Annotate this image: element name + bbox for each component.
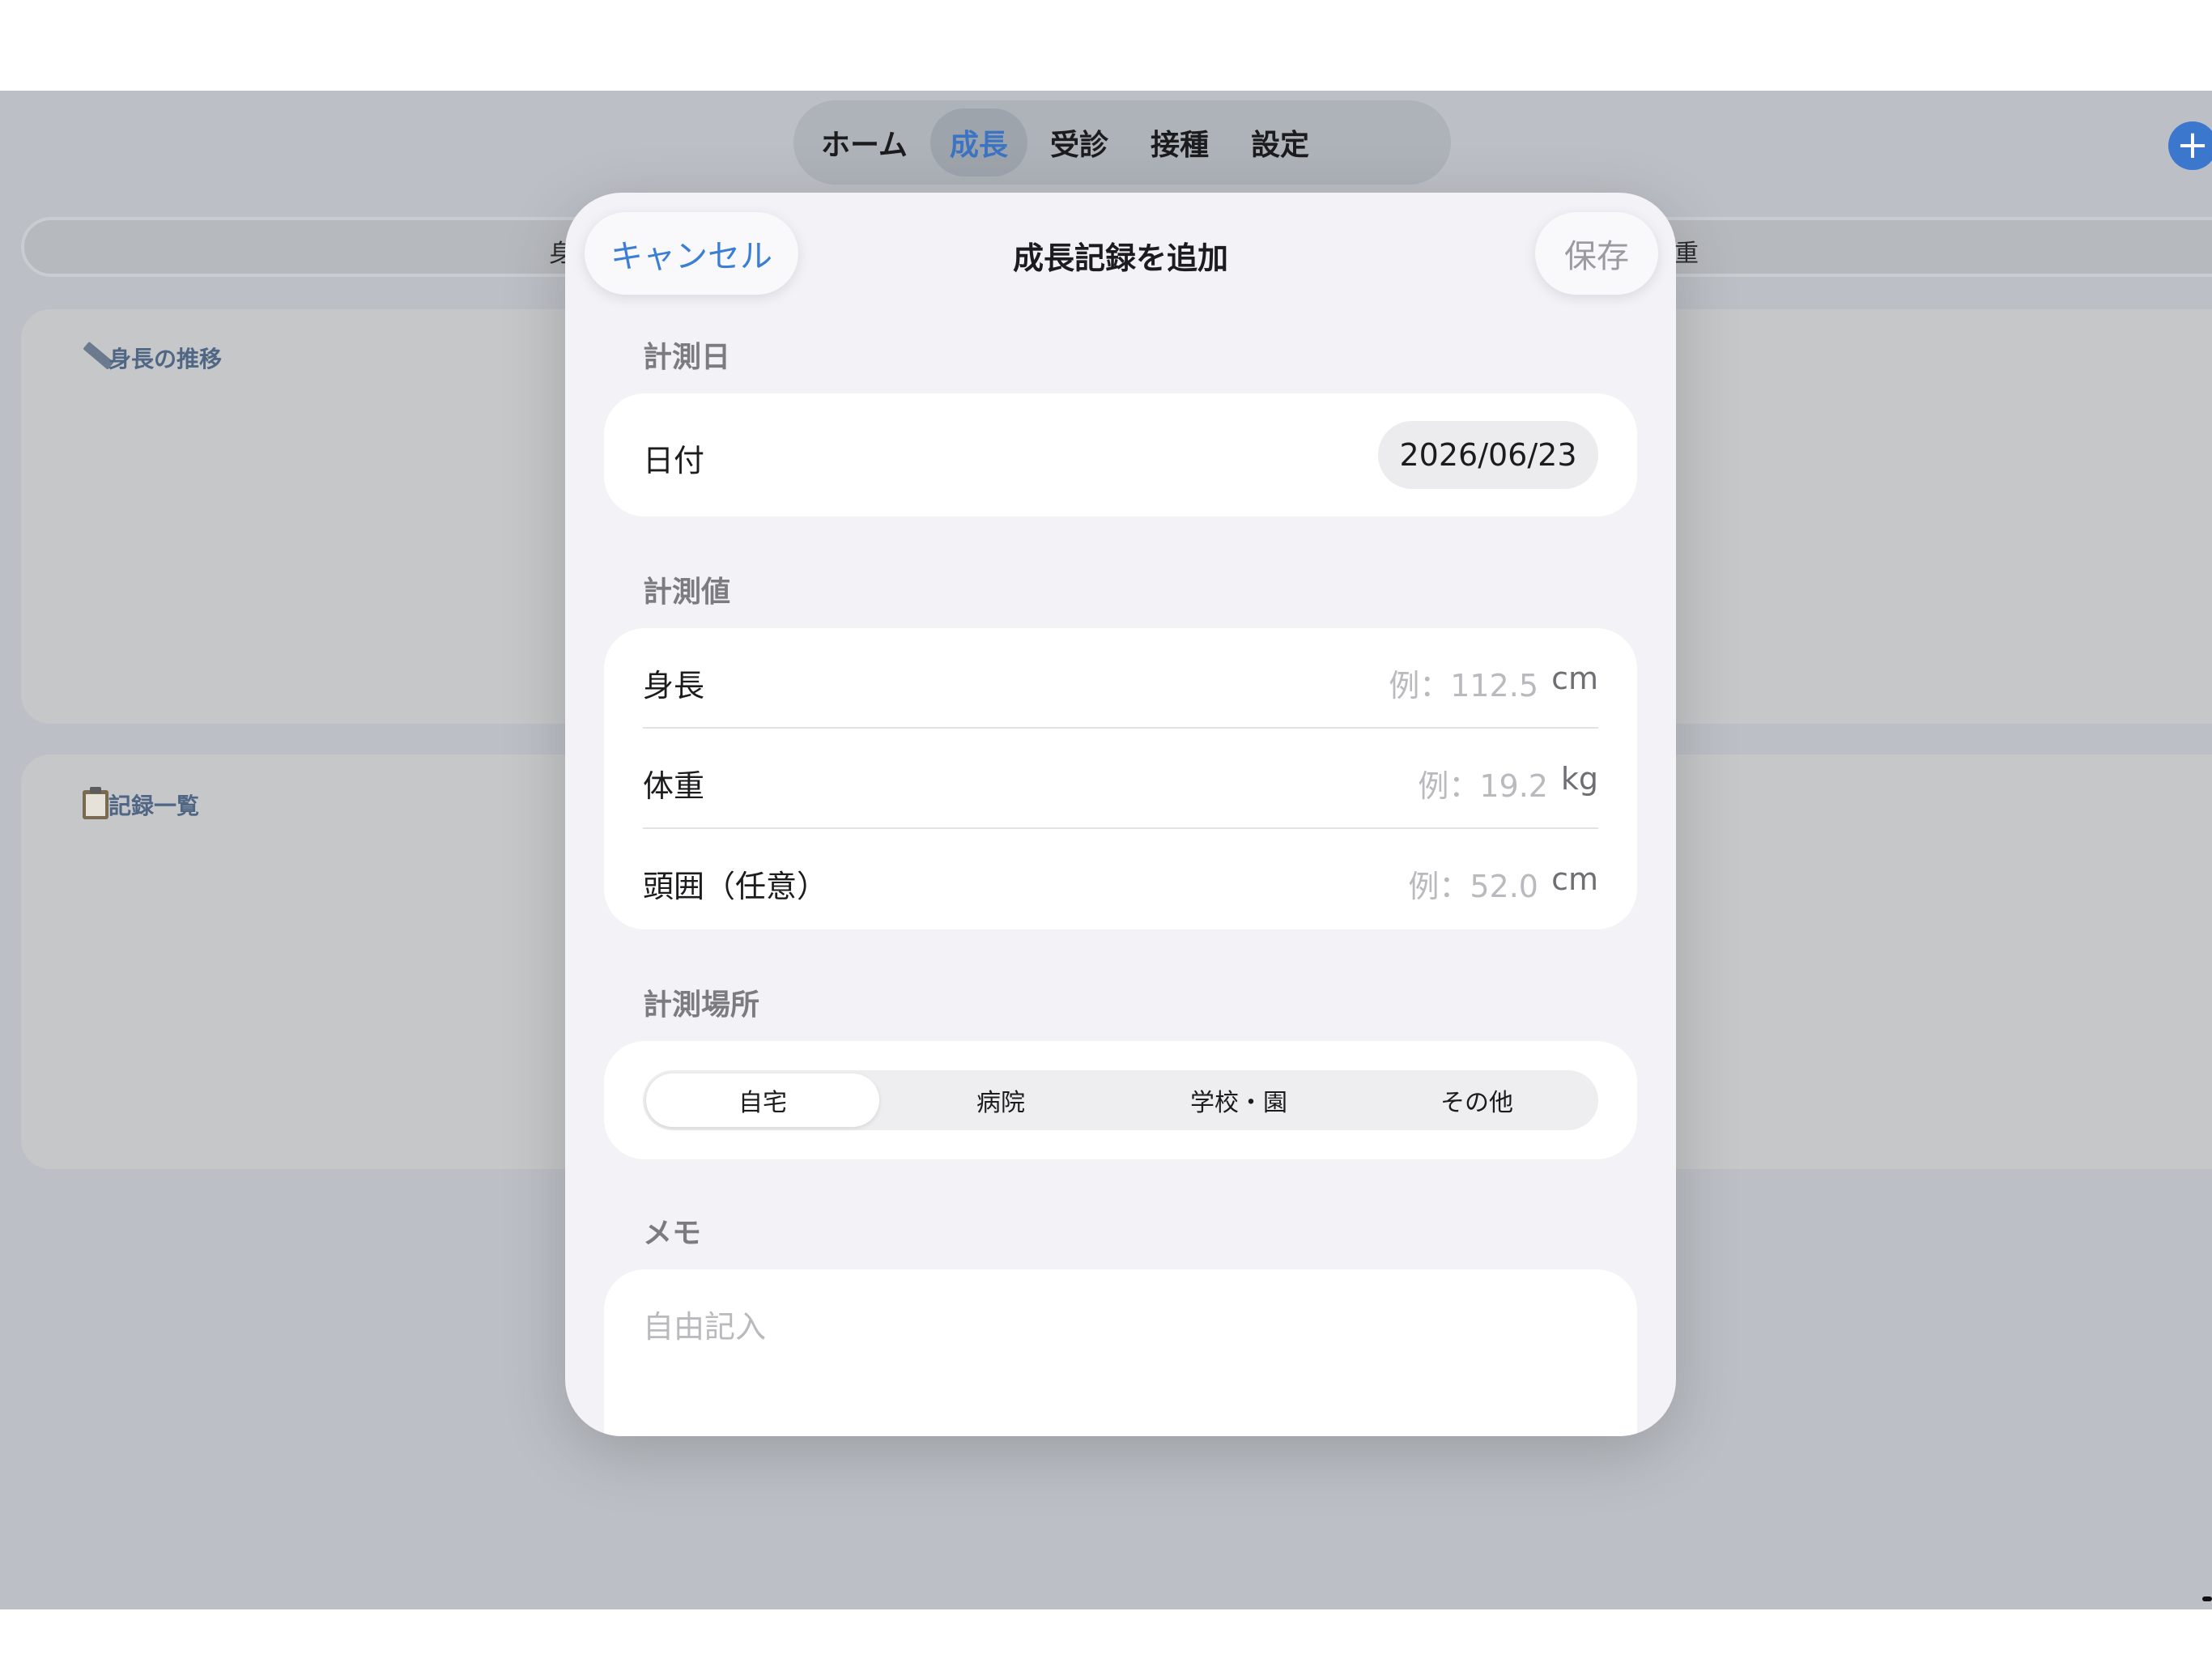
segment-weight-label: 重: [1674, 240, 1699, 268]
height-label: 身長: [643, 668, 705, 704]
place-option-other[interactable]: その他: [1360, 1073, 1593, 1127]
height-input[interactable]: 例：112.5: [1389, 661, 1538, 705]
add-record-button[interactable]: +: [2168, 121, 2212, 170]
divider: [643, 827, 1598, 829]
date-label: 日付: [643, 443, 705, 478]
place-section-label: 計測場所: [643, 988, 760, 1022]
place-group: 自宅 病院 学校・園 その他: [604, 1041, 1637, 1159]
tab-settings[interactable]: 設定: [1231, 108, 1329, 176]
height-chart-title: 身長の推移: [108, 346, 223, 372]
memo-field[interactable]: 自由記入: [604, 1269, 1637, 1436]
divider: [643, 727, 1598, 729]
sheet-title: 成長記録を追加: [1012, 240, 1228, 276]
weight-unit: kg: [1560, 761, 1598, 797]
tab-checkup[interactable]: 受診: [1031, 108, 1128, 176]
values-group: 身長 例：112.5 cm 体重 例：19.2 kg 頭囲（任意） 例：52.0…: [604, 628, 1637, 929]
add-growth-record-sheet: キャンセル 成長記録を追加 保存 計測日 日付 2026/06/23 計測値 身…: [565, 193, 1676, 1436]
top-tab-bar: ホーム 成長 受診 接種 設定: [793, 100, 1451, 185]
date-picker[interactable]: 2026/06/23: [1378, 421, 1598, 489]
head-circumference-label: 頭囲（任意）: [643, 869, 828, 904]
place-option-home[interactable]: 自宅: [646, 1073, 879, 1127]
place-option-school[interactable]: 学校・園: [1122, 1073, 1355, 1127]
head-circumference-unit: cm: [1551, 861, 1598, 897]
tab-home[interactable]: ホーム: [802, 108, 927, 176]
place-option-hospital[interactable]: 病院: [884, 1073, 1117, 1127]
height-unit: cm: [1551, 661, 1598, 696]
date-group: 日付 2026/06/23: [604, 393, 1637, 517]
head-circumference-input[interactable]: 例：52.0: [1408, 861, 1538, 906]
date-section-label: 計測日: [643, 341, 731, 374]
clipboard-icon: [79, 785, 112, 829]
place-segmented-control: 自宅 病院 学校・園 その他: [643, 1070, 1598, 1130]
memo-section-label: メモ: [643, 1217, 702, 1250]
save-button[interactable]: 保存: [1535, 212, 1658, 295]
home-indicator: [2202, 1596, 2212, 1601]
tab-vaccination[interactable]: 接種: [1131, 108, 1228, 176]
values-section-label: 計測値: [643, 576, 731, 609]
memo-placeholder: 自由記入: [643, 1309, 767, 1345]
weight-input[interactable]: 例：19.2: [1418, 761, 1548, 806]
records-card-title: 記録一覧: [108, 793, 200, 819]
weight-label: 体重: [643, 768, 705, 804]
tab-growth[interactable]: 成長: [929, 108, 1027, 176]
